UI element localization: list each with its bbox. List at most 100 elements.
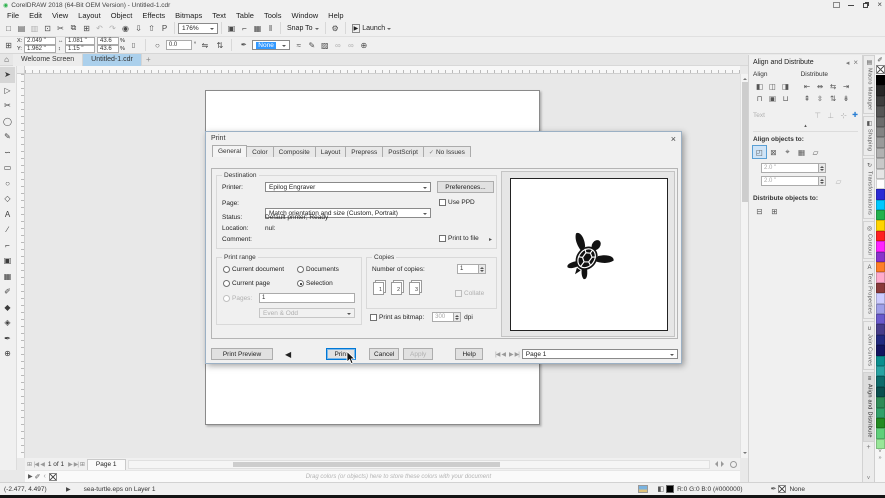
menu-item-3[interactable]: Layout (73, 11, 106, 20)
color-swatch-29[interactable] (876, 376, 885, 386)
palette-expand-icon[interactable]: » (878, 455, 881, 461)
distribute-spacing-v-icon[interactable]: ⇅ (827, 92, 840, 104)
bitmap-dpi-field[interactable]: 300 (432, 312, 454, 322)
show-rulers-icon[interactable]: ⌐ (238, 22, 251, 35)
artistic-media-tool[interactable]: ∽ (0, 145, 15, 161)
add-docker-button[interactable]: + (863, 444, 874, 451)
menu-item-5[interactable]: Effects (137, 11, 170, 20)
freehand-tool[interactable]: ✎ (0, 129, 15, 145)
crop-tool[interactable]: ✂ (0, 98, 15, 114)
copy-icon[interactable]: ⧉ (67, 22, 80, 35)
page-1-tab[interactable]: Page 1 (87, 459, 126, 470)
copy-properties-icon[interactable]: ▨ (318, 39, 331, 52)
tab-welcome-screen[interactable]: Welcome Screen (13, 54, 83, 66)
smart-fill-tool[interactable]: ◈ (0, 315, 15, 331)
add-tool-button[interactable]: ⊕ (0, 346, 15, 362)
previous-page-button[interactable]: ◀ (40, 461, 44, 468)
dimension-tool[interactable]: ∕ (0, 222, 15, 238)
color-swatch-33[interactable] (876, 418, 885, 428)
color-swatch-10[interactable] (876, 179, 885, 189)
search-content-icon[interactable]: ◉ (119, 22, 132, 35)
menu-item-8[interactable]: Table (231, 11, 259, 20)
print-dialog-close-icon[interactable]: × (671, 134, 676, 144)
color-swatch-6[interactable] (876, 137, 885, 147)
cut-icon[interactable]: ✂ (54, 22, 67, 35)
x-position-field[interactable]: 2.049 " (24, 37, 56, 45)
color-swatch-15[interactable] (876, 231, 885, 241)
transparency-tool[interactable]: ▦ (0, 269, 15, 285)
zoom-scroll-icon[interactable] (730, 461, 737, 468)
docker-collapse-icon[interactable]: ◂ (846, 59, 850, 67)
color-swatch-20[interactable] (876, 283, 885, 293)
color-swatch-34[interactable] (876, 428, 885, 438)
vertical-ruler[interactable] (17, 74, 25, 458)
color-swatch-11[interactable] (876, 189, 885, 199)
vertical-scrollbar-thumb[interactable] (742, 82, 748, 202)
current-document-radio[interactable]: Current document (223, 266, 284, 273)
show-guidelines-icon[interactable]: ‖ (264, 22, 277, 35)
preview-next-page-button[interactable]: ▶ (509, 351, 513, 358)
palette-picker-icon[interactable]: ✐ (877, 56, 882, 64)
color-swatch-30[interactable] (876, 387, 885, 397)
shadow-tool[interactable]: ▣ (0, 253, 15, 269)
align-to-page-center-icon[interactable]: ⌖ (781, 146, 794, 158)
unlink-icon[interactable]: ∞ (344, 39, 357, 52)
status-flyout-icon[interactable]: ▶ (66, 486, 70, 493)
horizontal-ruler[interactable] (25, 66, 740, 74)
current-page-radio[interactable]: Current page (223, 280, 270, 287)
color-swatch-18[interactable] (876, 262, 885, 272)
scale-x-field[interactable]: 43.6 (97, 37, 119, 45)
text-outline-icon[interactable]: ⊹ (837, 109, 850, 121)
show-grid-icon[interactable]: ▦ (251, 22, 264, 35)
distribute-center-h-icon[interactable]: ⇹ (814, 80, 827, 92)
color-swatch-28[interactable] (876, 366, 885, 376)
color-swatch-26[interactable] (876, 345, 885, 355)
documents-radio[interactable]: Documents (297, 266, 339, 273)
palette-flyout-icon[interactable]: ▶ (28, 473, 32, 480)
first-page-button[interactable]: |◀ (34, 461, 38, 468)
print-dialog-tab-4[interactable]: Prepress (345, 146, 383, 157)
distribute-bottom-icon[interactable]: ⇟ (840, 92, 853, 104)
even-odd-combo[interactable]: Even & Odd (259, 308, 355, 318)
ellipse-tool[interactable]: ○ (0, 176, 15, 192)
next-page-button[interactable]: ▶ (68, 461, 72, 468)
pages-field[interactable]: 1 (259, 293, 355, 303)
color-swatch-13[interactable] (876, 210, 885, 220)
convert-to-curve-icon[interactable]: ≈ (292, 39, 305, 52)
color-swatch-24[interactable] (876, 324, 885, 334)
color-swatch-8[interactable] (876, 158, 885, 168)
connector-tool[interactable]: ⌐ (0, 238, 15, 254)
color-swatch-12[interactable] (876, 200, 885, 210)
preview-page-combo[interactable]: Page 1 (522, 349, 678, 359)
align-right-icon[interactable]: ◨ (779, 80, 792, 92)
color-swatch-14[interactable] (876, 220, 885, 230)
account-icon[interactable] (833, 2, 840, 8)
align-to-grid-icon[interactable]: ▦ (795, 146, 808, 158)
print-dialog-tab-3[interactable]: Layout (315, 146, 347, 157)
color-swatch-5[interactable] (876, 127, 885, 137)
color-swatch-35[interactable] (876, 439, 885, 449)
color-swatch-25[interactable] (876, 335, 885, 345)
pages-radio[interactable]: Pages: (223, 295, 252, 302)
color-swatch-16[interactable] (876, 241, 885, 251)
text-tool[interactable]: A (0, 207, 15, 223)
palette-scroll-left-icon[interactable]: ‹ (44, 473, 46, 480)
object-width-field[interactable]: 1.081 " (65, 37, 95, 45)
align-to-active-objects-icon[interactable]: ◰ (753, 146, 766, 158)
color-swatch-7[interactable] (876, 148, 885, 158)
docker-close-icon[interactable]: × (853, 58, 858, 67)
zoom-level-combo[interactable]: 176% (178, 23, 218, 34)
selection-radio[interactable]: Selection (297, 280, 333, 287)
distribute-to-page-icon[interactable]: ⊞ (768, 205, 781, 217)
print-dialog-tab-5[interactable]: PostScript (382, 146, 424, 157)
menu-item-0[interactable]: File (2, 11, 24, 20)
align-left-icon[interactable]: ◧ (753, 80, 766, 92)
distribute-to-selection-icon[interactable]: ⊟ (753, 205, 766, 217)
snap-to-dropdown[interactable]: Snap To (284, 25, 322, 32)
docker-tabs-scroll-down[interactable]: ˅ (863, 476, 874, 482)
menu-item-7[interactable]: Text (207, 11, 231, 20)
palette-no-color-swatch[interactable] (49, 473, 57, 481)
outline-width-combo[interactable]: None (252, 40, 290, 50)
color-swatch-17[interactable] (876, 252, 885, 262)
bitmap-dpi-spinner[interactable] (454, 312, 461, 322)
